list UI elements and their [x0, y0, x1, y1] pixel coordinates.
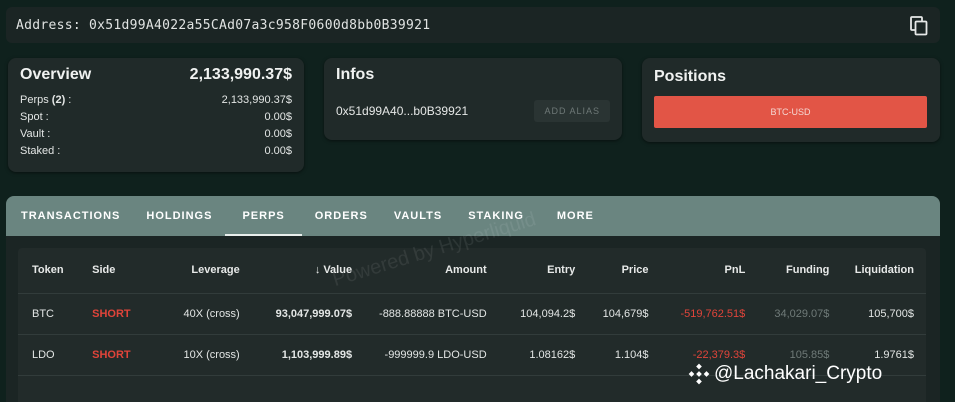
- tab-holdings[interactable]: HOLDINGS: [133, 196, 225, 236]
- cell-token: LDO: [18, 334, 87, 376]
- add-alias-button[interactable]: ADD ALIAS: [534, 100, 610, 122]
- cell-value: 1,103,999.89$: [245, 334, 359, 376]
- cell-price: 104,679$: [581, 293, 655, 335]
- overview-title: Overview: [20, 66, 92, 83]
- cell-pnl: -519,762.51$: [654, 293, 752, 335]
- overview-value: 0.00$: [264, 128, 292, 140]
- credit-overlay: @Lachakari_Crypto: [688, 363, 882, 385]
- cell-entry: 104,094.2$: [492, 293, 582, 335]
- cell-liquidation: 105,700$: [835, 293, 926, 335]
- tab-orders[interactable]: ORDERS: [302, 196, 381, 236]
- infos-short-address: 0x51d99A40...b0B39921: [336, 104, 469, 118]
- overview-total: 2,133,990.37$: [189, 66, 292, 83]
- overview-value: 0.00$: [264, 111, 292, 123]
- col-price[interactable]: Price: [581, 248, 655, 294]
- address-value[interactable]: 0x51d99A4022a55CAd07a3c958F0600d8bb0B399…: [89, 18, 430, 33]
- tab-transactions[interactable]: TRANSACTIONS: [8, 196, 133, 236]
- tab-vaults[interactable]: VAULTS: [381, 196, 455, 236]
- col-entry[interactable]: Entry: [492, 248, 582, 294]
- col-value[interactable]: ↓ Value: [245, 248, 359, 294]
- overview-row-vault: Vault : 0.00$: [20, 126, 292, 143]
- tab-bar: TRANSACTIONS HOLDINGS PERPS ORDERS VAULT…: [6, 196, 940, 236]
- col-amount[interactable]: Amount: [358, 248, 493, 294]
- infos-title: Infos: [336, 66, 375, 83]
- col-pnl[interactable]: PnL: [654, 248, 752, 294]
- cell-side: SHORT: [86, 293, 155, 335]
- binance-logo-icon: [688, 363, 710, 385]
- col-funding[interactable]: Funding: [751, 248, 836, 294]
- overview-row-perps: Perps (2) : 2,133,990.37$: [20, 92, 292, 109]
- table-header-row: Token Side Leverage ↓ Value Amount Entry …: [18, 248, 926, 294]
- overview-row-spot: Spot : 0.00$: [20, 109, 292, 126]
- cell-price: 1.104$: [581, 334, 655, 376]
- cell-leverage: 40X (cross): [154, 293, 246, 335]
- cell-amount: -888.88888 BTC-USD: [358, 293, 493, 335]
- overview-row-staked: Staked : 0.00$: [20, 143, 292, 160]
- infos-card: Infos 0x51d99A40...b0B39921 ADD ALIAS: [324, 58, 622, 140]
- overview-card: Overview 2,133,990.37$ Perps (2) : 2,133…: [8, 58, 304, 172]
- tab-perps[interactable]: PERPS: [225, 196, 303, 236]
- overview-value: 2,133,990.37$: [221, 94, 292, 106]
- position-btc-usd-button[interactable]: BTC-USD: [654, 96, 927, 128]
- table-row[interactable]: BTC SHORT 40X (cross) 93,047,999.07$ -88…: [18, 293, 926, 335]
- cell-token: BTC: [18, 293, 87, 335]
- cell-leverage: 10X (cross): [154, 334, 246, 376]
- positions-card: Positions BTC-USD: [642, 58, 940, 142]
- cell-value: 93,047,999.07$: [245, 293, 359, 335]
- perps-table: Token Side Leverage ↓ Value Amount Entry …: [18, 248, 926, 376]
- cell-amount: -999999.9 LDO-USD: [358, 334, 493, 376]
- overview-value: 0.00$: [264, 145, 292, 157]
- copy-icon[interactable]: [910, 16, 928, 36]
- address-label: Address:: [16, 17, 82, 33]
- address-bar: Address: 0x51d99A4022a55CAd07a3c958F0600…: [6, 7, 940, 43]
- tab-more[interactable]: MORE: [537, 196, 614, 236]
- col-leverage[interactable]: Leverage: [154, 248, 246, 294]
- col-liquidation[interactable]: Liquidation: [835, 248, 926, 294]
- positions-title: Positions: [654, 68, 727, 85]
- tab-staking[interactable]: STAKING: [455, 196, 537, 236]
- cell-entry: 1.08162$: [492, 334, 582, 376]
- cell-funding: 34,029.07$: [751, 293, 836, 335]
- col-side[interactable]: Side: [86, 248, 155, 294]
- sort-down-icon: ↓: [314, 264, 321, 277]
- cell-side: SHORT: [86, 334, 155, 376]
- col-token[interactable]: Token: [18, 248, 87, 294]
- credit-text: @Lachakari_Crypto: [714, 363, 883, 384]
